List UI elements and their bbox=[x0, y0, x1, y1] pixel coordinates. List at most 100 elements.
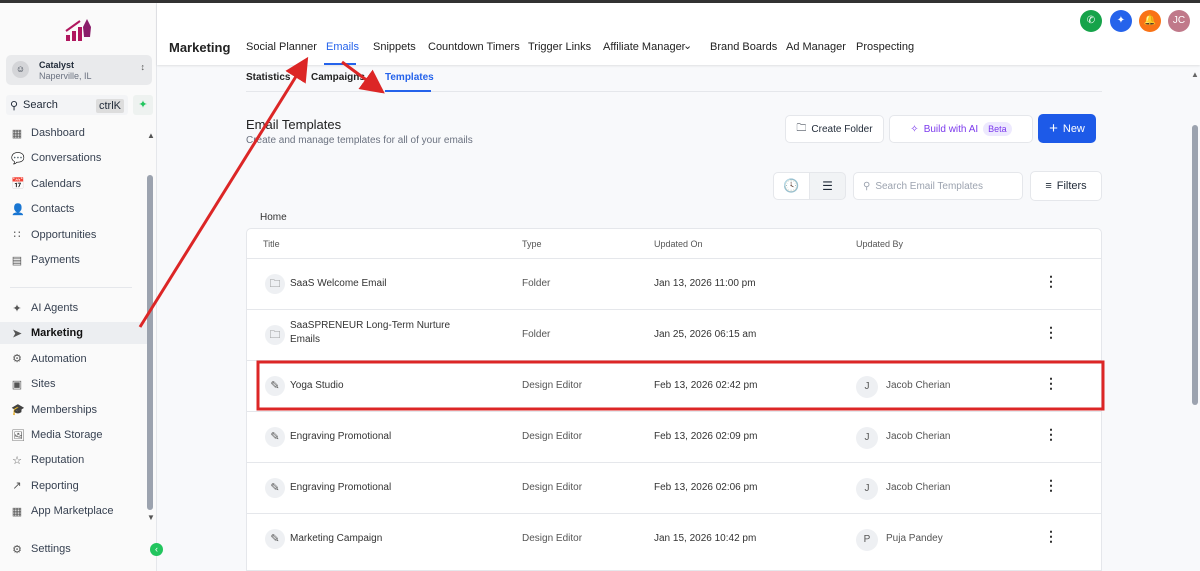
search-label: Search bbox=[23, 99, 58, 111]
dashboard-icon: ▦ bbox=[11, 127, 23, 140]
breadcrumb-home[interactable]: Home bbox=[260, 212, 287, 223]
updated-on: Feb 13, 2026 02:42 pm bbox=[654, 380, 758, 391]
sidebar-item-contacts[interactable]: 👤 Contacts bbox=[0, 198, 150, 220]
main-scrollbar[interactable] bbox=[1192, 125, 1198, 405]
sidebar-item-reputation[interactable]: ☆ Reputation bbox=[0, 449, 150, 471]
column-header-updated-by: Updated By bbox=[856, 239, 904, 249]
tab-brand-boards[interactable]: Brand Boards bbox=[710, 41, 777, 53]
top-header: Marketing Social Planner Emails Snippets Co… bbox=[157, 3, 1200, 65]
subtab-templates[interactable]: Templates bbox=[385, 72, 434, 83]
sidebar-item-memberships[interactable]: 🎓 Memberships bbox=[0, 399, 150, 421]
tab-snippets[interactable]: Snippets bbox=[373, 41, 416, 53]
active-subtab-underline bbox=[385, 90, 431, 92]
sidebar-item-ai-agents[interactable]: ✦ AI Agents bbox=[0, 297, 150, 319]
table-row[interactable]: ✎ Yoga Studio Design Editor Feb 13, 2026… bbox=[247, 360, 1101, 411]
nav-label: Payments bbox=[31, 254, 80, 266]
tab-emails[interactable]: Emails bbox=[326, 41, 359, 53]
tab-trigger-links[interactable]: Trigger Links bbox=[528, 41, 591, 53]
create-folder-button[interactable]: 🗀 Create Folder bbox=[785, 115, 884, 143]
template-title[interactable]: Engraving Promotional bbox=[290, 431, 391, 442]
sidebar-item-app-marketplace[interactable]: ▦ App Marketplace bbox=[0, 500, 150, 522]
template-title[interactable]: Marketing Campaign bbox=[290, 533, 382, 544]
marketing-icon: ➤ bbox=[12, 327, 22, 340]
sidebar-item-sites[interactable]: ▣ Sites bbox=[0, 373, 150, 395]
folder-icon: 🗀 bbox=[265, 325, 285, 345]
automation-icon: ⚙ bbox=[12, 353, 22, 366]
updated-by: Puja Pandey bbox=[886, 533, 943, 544]
updated-on: Jan 15, 2026 10:42 pm bbox=[654, 533, 757, 544]
tab-countdown-timers[interactable]: Countdown Timers bbox=[428, 41, 520, 53]
tab-ad-manager[interactable]: Ad Manager bbox=[786, 41, 846, 53]
list-view-button[interactable]: ☰ bbox=[809, 172, 846, 200]
sidebar-scrollbar[interactable] bbox=[147, 175, 153, 510]
clock-icon: 🕓 bbox=[783, 178, 800, 193]
user-avatar[interactable]: JC bbox=[1168, 10, 1190, 32]
location-name: Catalyst bbox=[39, 60, 75, 70]
sidebar-item-dashboard[interactable]: ▦ Dashboard bbox=[0, 122, 150, 144]
more-options-icon[interactable]: ⋮ bbox=[1044, 477, 1058, 494]
sidebar-search[interactable]: ⚲ Search ctrlK bbox=[6, 95, 128, 115]
table-row[interactable]: ✎ Marketing Campaign Design Editor Jan 1… bbox=[247, 513, 1101, 564]
scroll-up-icon[interactable]: ▲ bbox=[1191, 70, 1199, 79]
sidebar-item-settings[interactable]: ⚙ Settings bbox=[0, 538, 150, 560]
sidebar-item-calendars[interactable]: 📅 Calendars bbox=[0, 173, 150, 195]
tab-prospecting[interactable]: Prospecting bbox=[856, 41, 914, 53]
tab-affiliate-manager[interactable]: Affiliate Manager bbox=[603, 41, 685, 53]
template-title[interactable]: Engraving Promotional bbox=[290, 482, 391, 493]
scroll-up-icon[interactable]: ▲ bbox=[147, 131, 155, 140]
notifications-bell-button[interactable]: 🔔 bbox=[1139, 10, 1161, 32]
sidebar-item-payments[interactable]: ▤ Payments bbox=[0, 249, 150, 271]
tab-social-planner[interactable]: Social Planner bbox=[246, 41, 317, 53]
nav-label: Sites bbox=[31, 378, 56, 391]
build-with-ai-button[interactable]: ✧ Build with AI Beta bbox=[889, 115, 1033, 143]
sidebar-item-automation[interactable]: ⚙ Automation bbox=[0, 348, 150, 370]
reputation-icon: ☆ bbox=[12, 454, 22, 467]
location-switcher[interactable]: ☺ Catalyst Naperville, IL ↕ bbox=[6, 55, 152, 85]
template-title[interactable]: SaaS Welcome Email bbox=[290, 278, 387, 289]
recent-view-button[interactable]: 🕓 bbox=[773, 172, 810, 200]
subtab-statistics[interactable]: Statistics bbox=[246, 72, 290, 83]
scroll-down-icon[interactable]: ▼ bbox=[147, 513, 155, 522]
table-row[interactable]: ✎ Engraving Promotional Design Editor Fe… bbox=[247, 462, 1101, 513]
more-options-icon[interactable]: ⋮ bbox=[1044, 273, 1058, 290]
more-options-icon[interactable]: ⋮ bbox=[1044, 324, 1058, 341]
search-templates-input[interactable]: ⚲ Search Email Templates bbox=[853, 172, 1023, 200]
chevron-down-icon[interactable]: ⌄ bbox=[683, 39, 692, 52]
updated-by: Jacob Cherian bbox=[886, 431, 951, 442]
table-row[interactable]: 🗀 SaaSPRENEUR Long-Term Nurture Emails F… bbox=[247, 309, 1101, 360]
ai-sparkle-button[interactable]: ✦ bbox=[1110, 10, 1132, 32]
template-title[interactable]: Yoga Studio bbox=[290, 380, 344, 391]
page-subtitle: Create and manage templates for all of y… bbox=[246, 135, 473, 146]
filters-button[interactable]: ≡ Filters bbox=[1030, 171, 1102, 201]
sidebar-item-conversations[interactable]: 💬 Conversations bbox=[0, 147, 150, 169]
updated-on: Feb 13, 2026 02:06 pm bbox=[654, 482, 758, 493]
collapse-sidebar-button[interactable]: ‹ bbox=[150, 543, 163, 556]
more-options-icon[interactable]: ⋮ bbox=[1044, 528, 1058, 545]
conversations-icon: 💬 bbox=[11, 152, 25, 165]
sidebar-item-reporting[interactable]: ↗ Reporting bbox=[0, 475, 150, 497]
nav-label: Automation bbox=[31, 352, 87, 365]
table-row[interactable]: ✎ Engraving Promotional Design Editor Fe… bbox=[247, 411, 1101, 462]
quick-action-button[interactable]: ✦ bbox=[133, 95, 153, 115]
sidebar-item-marketing[interactable]: ➤ Marketing bbox=[0, 322, 150, 345]
sidebar-item-media-storage[interactable]: 🖼 Media Storage bbox=[0, 424, 150, 446]
payments-icon: ▤ bbox=[11, 254, 23, 267]
folder-icon: 🗀 bbox=[796, 122, 807, 134]
page-title: Email Templates bbox=[246, 117, 342, 132]
more-options-icon[interactable]: ⋮ bbox=[1044, 426, 1058, 443]
more-options-icon[interactable]: ⋮ bbox=[1044, 375, 1058, 392]
user-avatar: J bbox=[856, 478, 878, 500]
pencil-icon: ✎ bbox=[265, 376, 285, 396]
template-title[interactable]: SaaSPRENEUR Long-Term Nurture Emails bbox=[290, 319, 470, 347]
gear-icon: ⚙ bbox=[12, 543, 22, 556]
subtab-campaigns[interactable]: Campaigns bbox=[311, 72, 365, 83]
sidebar-item-opportunities[interactable]: ∷ Opportunities bbox=[0, 224, 150, 246]
new-template-button[interactable]: + New bbox=[1038, 114, 1096, 143]
templates-table: Title Type Updated On Updated By 🗀 SaaS … bbox=[246, 228, 1102, 571]
nav-label: Media Storage bbox=[31, 429, 103, 441]
button-label: Build with AI bbox=[923, 123, 979, 135]
pencil-icon: ✎ bbox=[265, 478, 285, 498]
phone-button[interactable]: ✆ bbox=[1080, 10, 1102, 32]
table-row[interactable]: 🗀 SaaS Welcome Email Folder Jan 13, 2026… bbox=[247, 258, 1101, 309]
search-icon: ⚲ bbox=[863, 180, 871, 192]
